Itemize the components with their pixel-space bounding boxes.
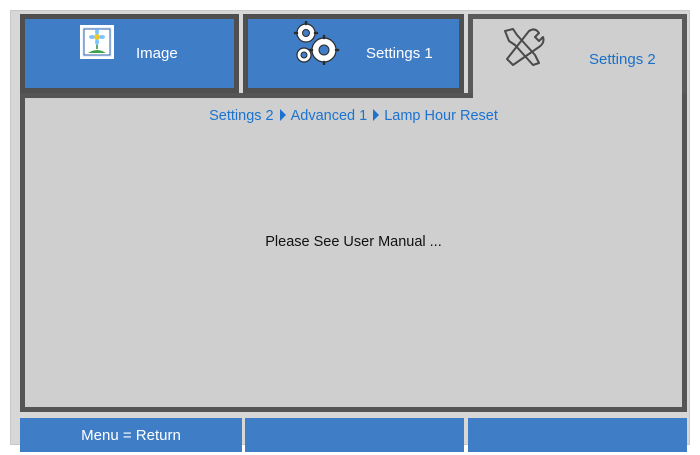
breadcrumb-item: Settings 2 bbox=[209, 108, 274, 124]
footer-cell bbox=[245, 418, 464, 452]
tab-image[interactable]: Image bbox=[20, 14, 239, 93]
active-tab-joiner bbox=[473, 91, 682, 99]
tab-settings-1[interactable]: Settings 1 bbox=[243, 14, 464, 93]
breadcrumb-item: Lamp Hour Reset bbox=[384, 108, 498, 124]
message-text: Please See User Manual ... bbox=[265, 234, 442, 250]
content-panel: Settings 2 Advanced 1 Lamp Hour Reset Plea… bbox=[20, 93, 687, 412]
tab-settings-2[interactable]: Settings 2 bbox=[468, 14, 687, 99]
gears-icon bbox=[290, 20, 346, 66]
footer-cell bbox=[468, 418, 687, 452]
tab-label: Settings 1 bbox=[366, 45, 433, 62]
breadcrumb-item: Advanced 1 bbox=[290, 108, 368, 124]
breadcrumb: Settings 2 Advanced 1 Lamp Hour Reset bbox=[25, 108, 682, 124]
chevron-right-icon bbox=[373, 109, 380, 121]
footer-return-label: Menu = Return bbox=[81, 426, 181, 444]
chevron-right-icon bbox=[279, 109, 286, 121]
tab-label: Image bbox=[136, 45, 178, 62]
tools-icon bbox=[499, 25, 547, 69]
flower-picture-icon bbox=[80, 25, 114, 59]
tab-label: Settings 2 bbox=[589, 50, 656, 68]
footer-return-hint[interactable]: Menu = Return bbox=[20, 418, 242, 452]
